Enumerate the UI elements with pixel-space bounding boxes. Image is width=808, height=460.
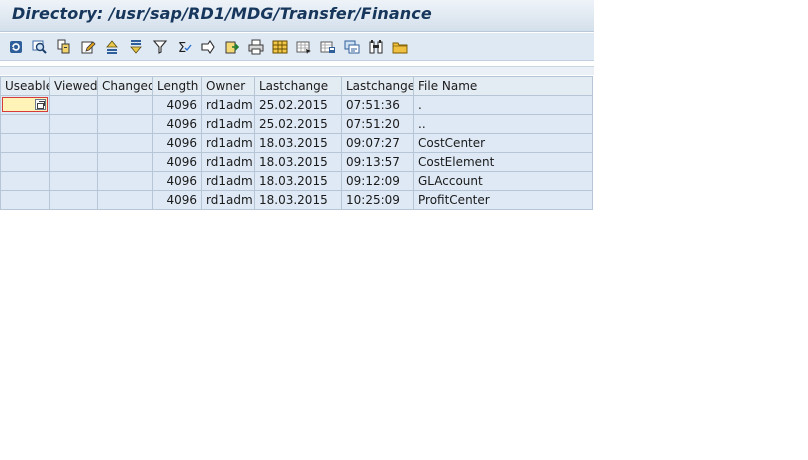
file-list-grid: Useable Viewed Changed Length Owner Last… [0, 66, 594, 210]
useable-cell[interactable] [0, 152, 50, 172]
table-row[interactable]: 4096 rd1adm 18.03.2015 10:25:09 ProfitCe… [0, 190, 593, 210]
file-table: Useable Viewed Changed Length Owner Last… [0, 76, 593, 210]
owner-cell[interactable]: rd1adm [201, 95, 255, 115]
length-cell[interactable]: 4096 [152, 171, 202, 191]
column-header-file-name[interactable]: File Name [413, 76, 593, 96]
value-help-icon[interactable] [35, 99, 46, 110]
useable-cell[interactable] [0, 114, 50, 134]
total-icon[interactable]: Σ [176, 39, 192, 55]
owner-cell[interactable]: rd1adm [201, 171, 255, 191]
table-row[interactable]: 4096 rd1adm 18.03.2015 09:07:27 CostCent… [0, 133, 593, 153]
lastchange-time-cell[interactable]: 07:51:20 [341, 114, 414, 134]
subtotal-icon[interactable] [200, 39, 216, 55]
viewed-cell[interactable] [49, 152, 98, 172]
column-header-length[interactable]: Length [152, 76, 202, 96]
file-name-cell[interactable]: CostCenter [413, 133, 593, 153]
viewed-cell[interactable] [49, 114, 98, 134]
title-bar: Directory: /usr/sap/RD1/MDG/Transfer/Fin… [0, 0, 594, 32]
owner-cell[interactable]: rd1adm [201, 133, 255, 153]
table-row[interactable]: 4096 rd1adm 18.03.2015 09:12:09 GLAccoun… [0, 171, 593, 191]
lastchange-time-cell[interactable]: 09:07:27 [341, 133, 414, 153]
sort-ascending-icon[interactable] [104, 39, 120, 55]
sap-directory-window: Directory: /usr/sap/RD1/MDG/Transfer/Fin… [0, 0, 808, 460]
changed-cell[interactable] [97, 95, 153, 115]
grid-top-bar [0, 66, 594, 75]
viewed-cell[interactable] [49, 190, 98, 210]
table-row[interactable]: 4096 rd1adm 25.02.2015 07:51:36 . [0, 95, 593, 115]
viewed-cell[interactable] [49, 171, 98, 191]
changed-cell[interactable] [97, 171, 153, 191]
filter-icon[interactable] [152, 39, 168, 55]
table-row[interactable]: 4096 rd1adm 18.03.2015 09:13:57 CostElem… [0, 152, 593, 172]
svg-text:Σ: Σ [178, 41, 186, 55]
column-header-viewed[interactable]: Viewed [49, 76, 98, 96]
table-row[interactable]: 4096 rd1adm 25.02.2015 07:51:20 .. [0, 114, 593, 134]
lastchange-time-cell[interactable]: 09:12:09 [341, 171, 414, 191]
viewed-cell[interactable] [49, 95, 98, 115]
alv-toolbar: Σ [0, 33, 594, 61]
zoom-icon[interactable] [32, 39, 48, 55]
useable-input[interactable] [2, 97, 48, 112]
changed-cell[interactable] [97, 133, 153, 153]
useable-cell[interactable] [0, 171, 50, 191]
export-icon[interactable] [224, 39, 240, 55]
column-header-lastchange-date[interactable]: Lastchange [254, 76, 342, 96]
length-cell[interactable]: 4096 [152, 190, 202, 210]
refresh-icon[interactable] [8, 39, 24, 55]
useable-cell[interactable] [0, 95, 50, 115]
sort-descending-icon[interactable] [128, 39, 144, 55]
table-header-row: Useable Viewed Changed Length Owner Last… [0, 76, 593, 96]
lastchange-date-cell[interactable]: 18.03.2015 [254, 152, 342, 172]
file-name-cell[interactable]: .. [413, 114, 593, 134]
lastchange-time-cell[interactable]: 09:13:57 [341, 152, 414, 172]
abc-analysis-icon[interactable] [344, 39, 360, 55]
lastchange-date-cell[interactable]: 18.03.2015 [254, 133, 342, 153]
column-header-owner[interactable]: Owner [201, 76, 255, 96]
graphic-icon[interactable] [368, 39, 384, 55]
file-name-cell[interactable]: ProfitCenter [413, 190, 593, 210]
owner-cell[interactable]: rd1adm [201, 152, 255, 172]
lastchange-date-cell[interactable]: 18.03.2015 [254, 171, 342, 191]
folder-icon[interactable] [392, 39, 408, 55]
useable-cell[interactable] [0, 190, 50, 210]
owner-cell[interactable]: rd1adm [201, 114, 255, 134]
print-icon[interactable] [248, 39, 264, 55]
owner-cell[interactable]: rd1adm [201, 190, 255, 210]
lastchange-date-cell[interactable]: 25.02.2015 [254, 95, 342, 115]
column-header-changed[interactable]: Changed [97, 76, 153, 96]
useable-cell[interactable] [0, 133, 50, 153]
length-cell[interactable]: 4096 [152, 95, 202, 115]
lastchange-date-cell[interactable]: 25.02.2015 [254, 114, 342, 134]
changed-cell[interactable] [97, 114, 153, 134]
length-cell[interactable]: 4096 [152, 152, 202, 172]
length-cell[interactable]: 4096 [152, 133, 202, 153]
viewed-cell[interactable] [49, 133, 98, 153]
edit-icon[interactable] [80, 39, 96, 55]
save-layout-icon[interactable] [320, 39, 336, 55]
lastchange-time-cell[interactable]: 10:25:09 [341, 190, 414, 210]
length-cell[interactable]: 4096 [152, 114, 202, 134]
column-header-lastchange-time[interactable]: Lastchange [341, 76, 414, 96]
lastchange-date-cell[interactable]: 18.03.2015 [254, 190, 342, 210]
lastchange-time-cell[interactable]: 07:51:36 [341, 95, 414, 115]
column-header-useable[interactable]: Useable [0, 76, 50, 96]
copy-icon[interactable] [56, 39, 72, 55]
changed-cell[interactable] [97, 152, 153, 172]
file-name-cell[interactable]: CostElement [413, 152, 593, 172]
file-name-cell[interactable]: . [413, 95, 593, 115]
layout-icon[interactable] [272, 39, 288, 55]
file-name-cell[interactable]: GLAccount [413, 171, 593, 191]
changed-cell[interactable] [97, 190, 153, 210]
page-title: Directory: /usr/sap/RD1/MDG/Transfer/Fin… [12, 4, 432, 23]
select-layout-icon[interactable] [296, 39, 312, 55]
